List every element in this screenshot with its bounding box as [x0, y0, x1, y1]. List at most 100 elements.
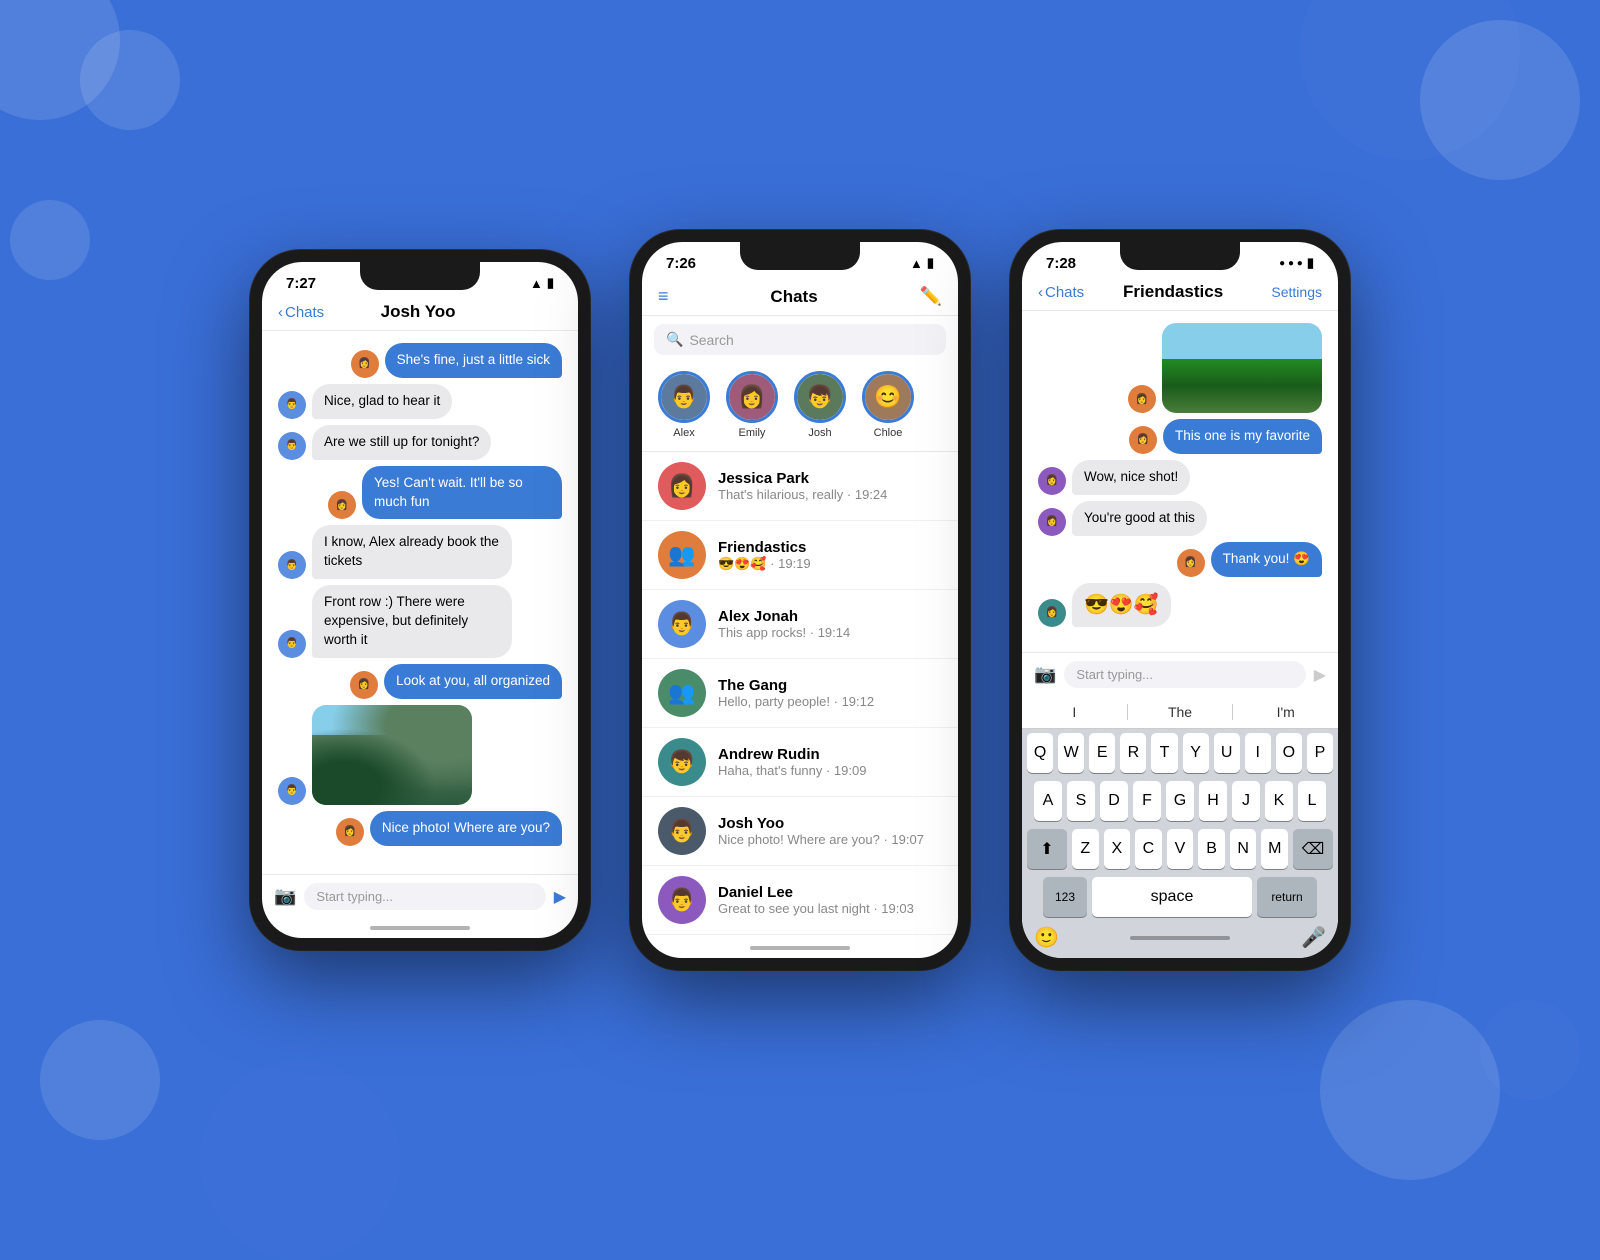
story-item-josh[interactable]: 👦 Josh: [794, 371, 846, 439]
avatar: 👩: [351, 350, 379, 378]
story-item-chloe[interactable]: 😊 Chloe: [862, 371, 914, 439]
suggestion-im[interactable]: I'm: [1233, 704, 1338, 720]
key-j[interactable]: J: [1232, 781, 1260, 821]
key-n[interactable]: N: [1230, 829, 1257, 869]
camera-button[interactable]: 📷: [274, 886, 296, 907]
msg-row: 👩 😎😍🥰: [1038, 583, 1322, 627]
suggestion-the[interactable]: The: [1128, 704, 1234, 720]
delete-key[interactable]: ⌫: [1293, 829, 1333, 869]
messages-area-3: 👩 This one is my favorite 👩 👩 Wow, nice …: [1022, 311, 1338, 652]
message-input-3[interactable]: Start typing...: [1064, 661, 1305, 688]
time-2: 7:26: [666, 255, 696, 272]
chat-item-alex[interactable]: 👨 Alex Jonah This app rocks! · 19:14: [642, 590, 958, 659]
screen-1: 7:27 ▲ ▮ ‹ Chats Josh Yoo She's fine,: [262, 262, 578, 938]
key-row-2: A S D F G H J K L: [1022, 777, 1338, 825]
key-u[interactable]: U: [1214, 733, 1240, 773]
message-input-1[interactable]: Start typing...: [304, 883, 545, 910]
chat-info-josh: Josh Yoo Nice photo! Where are you? · 19…: [718, 815, 942, 847]
emoji-icon[interactable]: 🙂: [1034, 925, 1059, 950]
key-y[interactable]: Y: [1183, 733, 1209, 773]
keyboard: I The I'm Q W E R T Y U I O P A: [1022, 696, 1338, 958]
menu-icon[interactable]: ≡: [658, 286, 669, 307]
chat-item-daniel[interactable]: 👨 Daniel Lee Great to see you last night…: [642, 866, 958, 935]
msg-row: Thank you! 😍 👩: [1038, 542, 1322, 577]
phone-1: 7:27 ▲ ▮ ‹ Chats Josh Yoo She's fine,: [250, 250, 590, 950]
compose-icon[interactable]: ✏️: [920, 286, 942, 307]
send-button-3[interactable]: ▶: [1314, 665, 1326, 685]
notch-1: [360, 262, 480, 290]
camera-button-3[interactable]: 📷: [1034, 664, 1056, 685]
chat-item-friendastics[interactable]: 👥 Friendastics 😎😍🥰 · 19:19: [642, 521, 958, 590]
key-b[interactable]: B: [1198, 829, 1225, 869]
key-f[interactable]: F: [1133, 781, 1161, 821]
key-p[interactable]: P: [1307, 733, 1333, 773]
key-row-4: 123 space return: [1022, 873, 1338, 921]
key-q[interactable]: Q: [1027, 733, 1053, 773]
key-s[interactable]: S: [1067, 781, 1095, 821]
battery-icon: ▮: [547, 275, 554, 291]
key-h[interactable]: H: [1199, 781, 1227, 821]
avatar: 👩: [1128, 385, 1156, 413]
story-name-emily: Emily: [739, 427, 766, 439]
back-button-1[interactable]: ‹ Chats: [278, 304, 324, 321]
mic-icon[interactable]: 🎤: [1301, 925, 1326, 950]
time-3: 7:28: [1046, 255, 1076, 272]
input-placeholder-1: Start typing...: [316, 889, 393, 904]
key-r[interactable]: R: [1120, 733, 1146, 773]
key-l[interactable]: L: [1298, 781, 1326, 821]
key-o[interactable]: O: [1276, 733, 1302, 773]
return-key[interactable]: return: [1257, 877, 1317, 917]
key-x[interactable]: X: [1104, 829, 1131, 869]
avatar: 👩: [1177, 549, 1205, 577]
avatar: 👩: [1038, 599, 1066, 627]
chat-preview: Nice photo! Where are you? · 19:07: [718, 832, 942, 847]
key-a[interactable]: A: [1034, 781, 1062, 821]
chat-avatar-friendastics: 👥: [658, 531, 706, 579]
message-bubble: Front row :) There were expensive, but d…: [312, 585, 512, 658]
chat-info-jessica: Jessica Park That's hilarious, really · …: [718, 470, 942, 502]
key-c[interactable]: C: [1135, 829, 1162, 869]
message-bubble: She's fine, just a little sick: [385, 343, 562, 378]
numbers-key[interactable]: 123: [1043, 877, 1087, 917]
chat-item-gang[interactable]: 👥 The Gang Hello, party people! · 19:12: [642, 659, 958, 728]
key-k[interactable]: K: [1265, 781, 1293, 821]
settings-button[interactable]: Settings: [1262, 284, 1322, 300]
key-m[interactable]: M: [1261, 829, 1288, 869]
home-bar-3: [1130, 936, 1230, 940]
chat-avatar-andrew: 👦: [658, 738, 706, 786]
msg-row: Yes! Can't wait. It'll be so much fun 👩: [278, 466, 562, 520]
story-item-alex[interactable]: 👨 Alex: [658, 371, 710, 439]
back-button-3[interactable]: ‹ Chats: [1038, 284, 1084, 301]
key-t[interactable]: T: [1151, 733, 1177, 773]
shift-key[interactable]: ⬆: [1027, 829, 1067, 869]
search-bar[interactable]: 🔍 Search: [654, 324, 946, 355]
key-z[interactable]: Z: [1072, 829, 1099, 869]
photo-content: [312, 705, 472, 805]
message-bubble: Look at you, all organized: [384, 664, 562, 699]
back-label-3[interactable]: Chats: [1045, 284, 1084, 301]
home-indicator-1: [262, 918, 578, 938]
status-icons-3: ● ● ● ▮: [1279, 255, 1314, 271]
time-1: 7:27: [286, 275, 316, 292]
key-i[interactable]: I: [1245, 733, 1271, 773]
chat-item-jessica[interactable]: 👩 Jessica Park That's hilarious, really …: [642, 452, 958, 521]
message-bubble: You're good at this: [1072, 501, 1207, 536]
space-key[interactable]: space: [1092, 877, 1252, 917]
chat-info-friendastics: Friendastics 😎😍🥰 · 19:19: [718, 539, 942, 572]
key-v[interactable]: V: [1167, 829, 1194, 869]
key-g[interactable]: G: [1166, 781, 1194, 821]
chat-item-andrew[interactable]: 👦 Andrew Rudin Haha, that's funny · 19:0…: [642, 728, 958, 797]
send-button-1[interactable]: ▶: [554, 887, 566, 907]
message-bubble: 😎😍🥰: [1072, 583, 1171, 627]
key-e[interactable]: E: [1089, 733, 1115, 773]
suggestion-i[interactable]: I: [1022, 704, 1128, 720]
back-label-1[interactable]: Chats: [285, 304, 324, 321]
chat-item-josh[interactable]: 👨 Josh Yoo Nice photo! Where are you? · …: [642, 797, 958, 866]
key-d[interactable]: D: [1100, 781, 1128, 821]
battery-icon-3: ▮: [1307, 255, 1314, 271]
key-row-1: Q W E R T Y U I O P: [1022, 729, 1338, 777]
story-item-emily[interactable]: 👩 Emily: [726, 371, 778, 439]
key-w[interactable]: W: [1058, 733, 1084, 773]
nav-bar-3: ‹ Chats Friendastics Settings: [1022, 278, 1338, 311]
keyboard-bottom-bar: 🙂 🎤: [1022, 921, 1338, 958]
